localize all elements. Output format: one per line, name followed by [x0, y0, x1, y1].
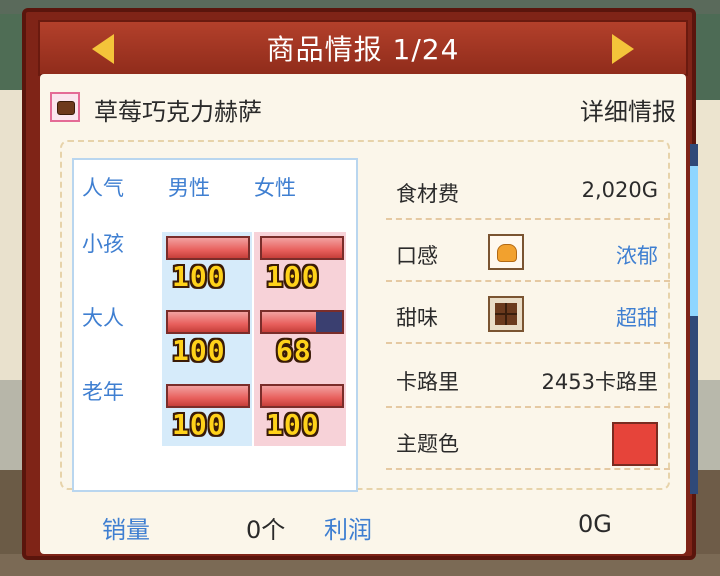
- popularity-bar-fill: [262, 386, 342, 406]
- texture-value: 浓郁: [616, 244, 658, 268]
- next-arrow-icon[interactable]: [612, 34, 634, 64]
- popularity-value: 100: [172, 334, 226, 367]
- popularity-bar-fill: [168, 238, 248, 258]
- popularity-bar-fill: [168, 386, 248, 406]
- scrollbar-thumb[interactable]: [690, 166, 698, 316]
- popularity-value: 100: [172, 260, 226, 293]
- sweetness-value: 超甜: [616, 306, 658, 330]
- row-label-adult: 大人: [82, 306, 124, 330]
- attr-sweetness: 甜味 超甜: [386, 288, 670, 344]
- title-bar: 商品情报 1/24: [38, 20, 688, 76]
- product-name: 草莓巧克力赫萨: [94, 98, 262, 126]
- popularity-cell-adult-female: 68: [260, 310, 344, 367]
- sales-value: 0个: [246, 516, 286, 544]
- panel-title: 商品情报 1/24: [267, 28, 460, 68]
- ingredient-cost-label: 食材费: [396, 182, 459, 206]
- attr-calories: 卡路里 2453卡路里: [386, 352, 670, 408]
- profit-label: 利润: [324, 516, 372, 544]
- popularity-value: 100: [172, 408, 226, 441]
- sales-footer: 销量 0个 利润 0G: [40, 504, 686, 544]
- popularity-cell-elder-male: 100: [166, 384, 250, 441]
- previous-arrow-icon[interactable]: [92, 34, 114, 64]
- row-label-child: 小孩: [82, 232, 124, 256]
- popularity-bar-fill: [262, 238, 342, 258]
- panel-content: 草莓巧克力赫萨 详细情报 人气 男性 女性 小孩 大人 老年 100 100 1…: [40, 74, 698, 554]
- popularity-value: 100: [266, 260, 320, 293]
- theme-color-label: 主题色: [396, 432, 459, 456]
- popularity-cell-elder-female: 100: [260, 384, 344, 441]
- title-label: 商品情报: [266, 33, 383, 66]
- popularity-header: 人气: [82, 176, 124, 200]
- popularity-bar: [260, 236, 344, 260]
- theme-color-swatch: [612, 422, 658, 466]
- chocolate-icon: [488, 296, 524, 332]
- attr-texture: 口感 浓郁: [386, 226, 670, 282]
- popularity-table: 人气 男性 女性 小孩 大人 老年 100 100 100 68 100 100: [72, 158, 358, 492]
- popularity-cell-child-female: 100: [260, 236, 344, 293]
- detail-info-link[interactable]: 详细情报: [580, 92, 676, 127]
- popularity-bar: [166, 236, 250, 260]
- sweetness-label: 甜味: [396, 306, 438, 330]
- ingredient-cost-value: 2,020G: [581, 178, 658, 202]
- chocolate-product-icon: [50, 92, 80, 122]
- popularity-bar: [260, 384, 344, 408]
- row-label-elder: 老年: [82, 380, 124, 404]
- sales-label: 销量: [102, 516, 150, 544]
- column-male: 男性: [168, 176, 210, 200]
- popularity-bar: [166, 384, 250, 408]
- profit-value: 0G: [578, 510, 612, 538]
- calories-value: 2453卡路里: [541, 370, 658, 394]
- popularity-cell-adult-male: 100: [166, 310, 250, 367]
- scrollbar[interactable]: [690, 144, 698, 494]
- product-info-panel: 商品情报 1/24 草莓巧克力赫萨 详细情报 人气 男性 女性 小孩 大人 老年…: [22, 8, 698, 560]
- attr-ingredient-cost: 食材费 2,020G: [386, 164, 670, 220]
- popularity-bar-fill: [262, 312, 317, 332]
- column-female: 女性: [254, 176, 296, 200]
- popularity-cell-child-male: 100: [166, 236, 250, 293]
- texture-label: 口感: [396, 244, 438, 268]
- popularity-value: 68: [276, 334, 312, 367]
- calories-label: 卡路里: [396, 370, 459, 394]
- page-indicator: 1/24: [392, 33, 460, 66]
- attr-theme-color: 主题色: [386, 414, 670, 470]
- pudding-icon: [488, 234, 524, 270]
- popularity-bar: [260, 310, 344, 334]
- product-row: 草莓巧克力赫萨 详细情报: [50, 88, 676, 128]
- popularity-bar: [166, 310, 250, 334]
- popularity-bar-fill: [168, 312, 248, 332]
- popularity-value: 100: [266, 408, 320, 441]
